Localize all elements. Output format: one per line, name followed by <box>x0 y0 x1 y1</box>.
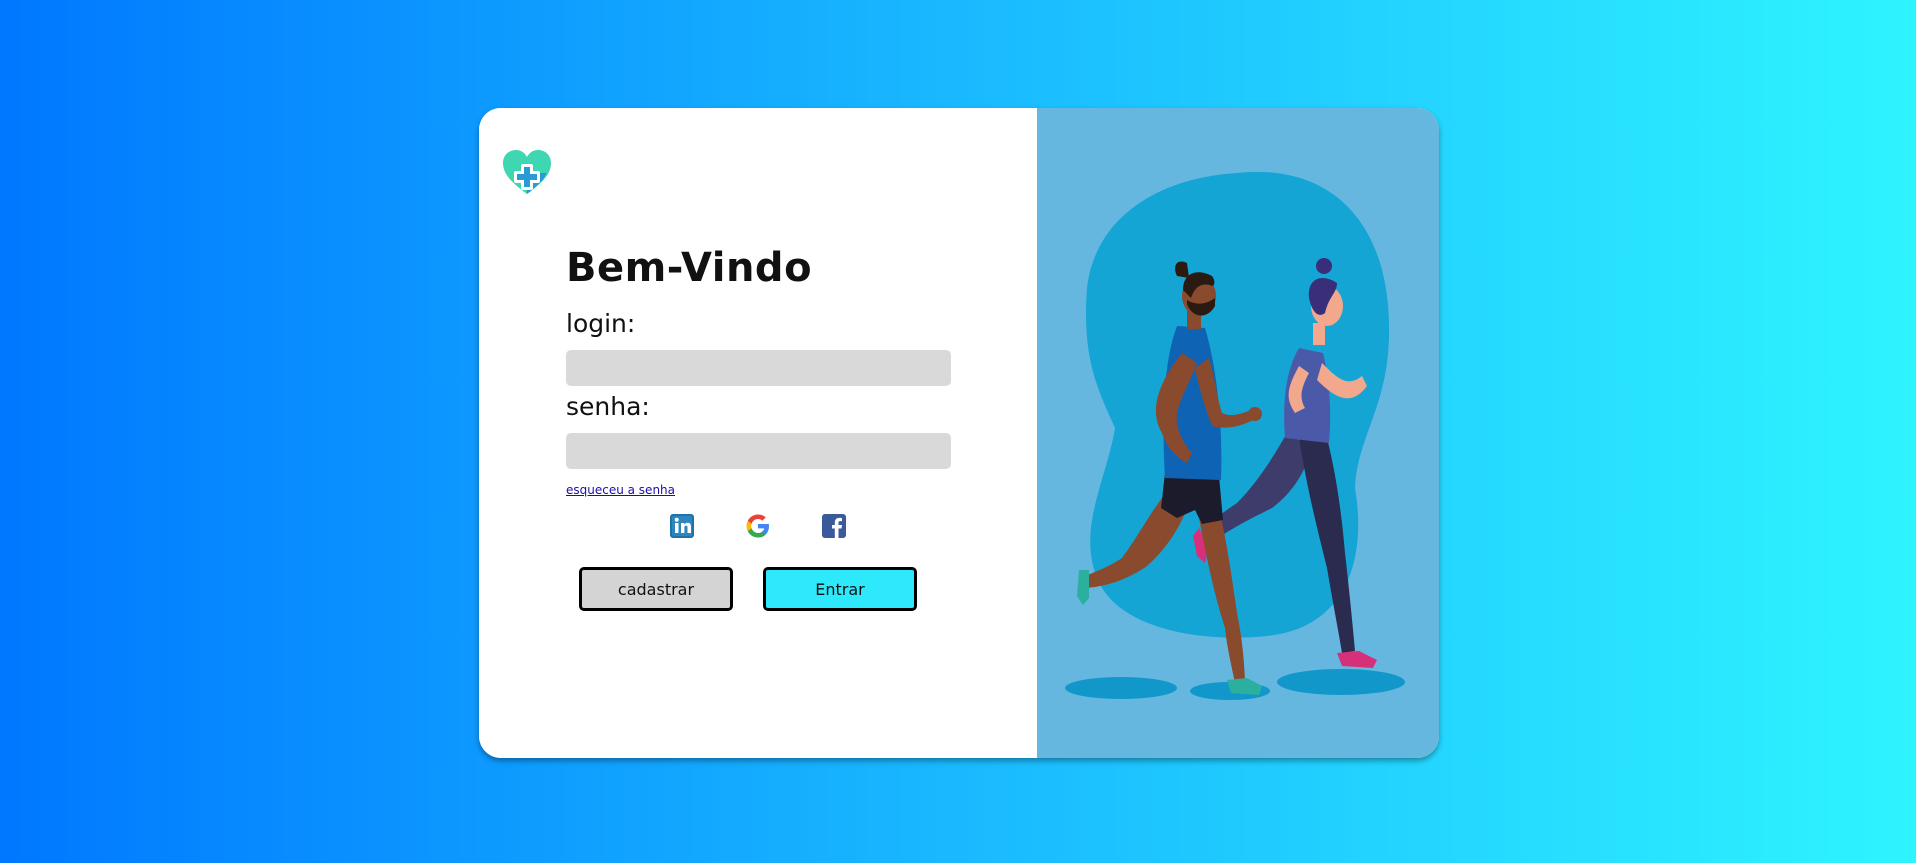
facebook-icon[interactable] <box>821 513 847 539</box>
forgot-password-link[interactable]: esqueceu a senha <box>566 483 675 497</box>
password-input[interactable] <box>566 433 951 469</box>
illustration-panel <box>1037 108 1439 758</box>
login-form: Bem-Vindo login: senha: esqueceu a senha <box>566 245 951 498</box>
linkedin-icon[interactable] <box>669 513 695 539</box>
login-label: login: <box>566 309 636 338</box>
login-panel: Bem-Vindo login: senha: esqueceu a senha <box>479 108 1037 758</box>
page-title: Bem-Vindo <box>566 245 813 291</box>
password-label: senha: <box>566 392 650 421</box>
runners-illustration <box>1065 171 1405 700</box>
register-button[interactable]: cadastrar <box>579 567 733 611</box>
google-icon[interactable] <box>745 513 771 539</box>
social-login <box>669 513 847 539</box>
login-button[interactable]: Entrar <box>763 567 917 611</box>
heart-plus-icon <box>503 150 551 194</box>
login-card: Bem-Vindo login: senha: esqueceu a senha <box>479 108 1439 758</box>
login-input[interactable] <box>566 350 951 386</box>
action-buttons: cadastrar Entrar <box>579 567 917 611</box>
